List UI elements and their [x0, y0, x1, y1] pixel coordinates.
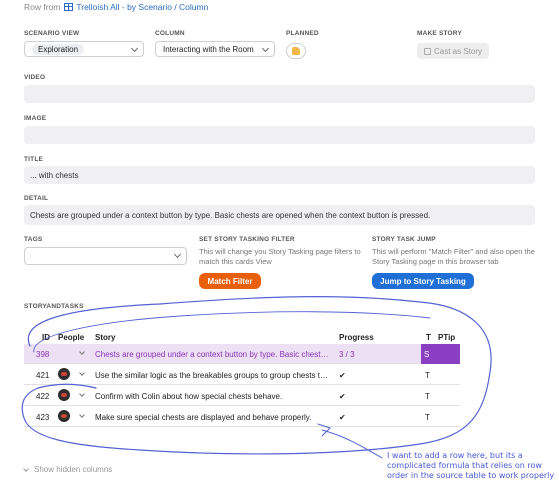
- detail-label: DETAIL: [24, 195, 49, 202]
- set-filter-label: SET STORY TASKING FILTER: [199, 236, 295, 243]
- source-table-link-text: Trelloish All - by Scenario / Column: [76, 2, 209, 12]
- row-progress: 3 / 3: [339, 350, 355, 359]
- row-story: Use the similar logic as the breakables …: [95, 371, 331, 380]
- chevron-down-icon[interactable]: [79, 412, 85, 418]
- table-row[interactable]: 422 Confirm with Colin about how special…: [24, 386, 460, 406]
- row-id: 421: [36, 371, 50, 380]
- planned-label: PLANNED: [286, 30, 319, 37]
- column-value: Interacting with the Room: [163, 44, 254, 54]
- tags-label: TAGS: [24, 236, 43, 243]
- video-label: VIDEO: [24, 74, 46, 81]
- row-from-header: Row from Trelloish All - by Scenario / C…: [24, 2, 208, 12]
- tags-select[interactable]: [24, 247, 187, 265]
- scenario-view-value: Exploration: [32, 43, 85, 55]
- avatar: [58, 368, 70, 380]
- set-filter-hint: This will change you Story Tasking page …: [199, 247, 361, 266]
- row-story: Confirm with Colin about how special che…: [95, 392, 283, 401]
- source-table-link[interactable]: Trelloish All - by Scenario / Column: [64, 2, 208, 12]
- chevron-down-icon: [130, 44, 139, 53]
- row-story: Chests are grouped under a context butto…: [95, 350, 331, 359]
- cast-as-story-label: Cast as Story: [433, 46, 482, 56]
- scenario-view-select[interactable]: Exploration: [24, 41, 144, 57]
- row-type: T: [425, 392, 430, 401]
- col-id[interactable]: ID: [42, 333, 50, 342]
- row-type: T: [425, 413, 430, 422]
- col-ptip[interactable]: PTip: [438, 333, 455, 342]
- row-type-cell: S: [421, 344, 460, 364]
- avatar: [58, 389, 70, 401]
- row-story: Make sure special chests are displayed a…: [95, 413, 312, 422]
- title-field[interactable]: ... with chests: [24, 166, 535, 184]
- chevron-down-icon[interactable]: [79, 349, 85, 355]
- image-field[interactable]: [24, 126, 535, 144]
- column-select[interactable]: Interacting with the Room: [155, 41, 275, 57]
- row-id: 423: [36, 413, 50, 422]
- thumbs-up-icon: [292, 47, 300, 55]
- task-jump-label: STORY TASK JUMP: [372, 236, 436, 243]
- col-story[interactable]: Story: [95, 333, 115, 342]
- column-label: COLUMN: [155, 30, 185, 37]
- row-id: 422: [36, 392, 50, 401]
- col-t[interactable]: T: [426, 333, 431, 342]
- image-label: IMAGE: [24, 115, 47, 122]
- row-id: 398: [36, 350, 50, 359]
- show-hidden-columns-label: Show hidden columns: [34, 465, 113, 474]
- match-filter-button[interactable]: Match Filter: [199, 273, 261, 289]
- table-icon: [64, 3, 74, 11]
- scenario-view-label: SCENARIO VIEW: [24, 30, 80, 37]
- row-progress: ✔: [339, 371, 346, 380]
- chevron-down-icon: [23, 465, 29, 472]
- table-row[interactable]: 398 Chests are grouped under a context b…: [24, 344, 460, 364]
- row-progress: ✔: [339, 413, 346, 422]
- col-people[interactable]: People: [58, 333, 84, 342]
- row-from-label: Row from: [24, 2, 61, 12]
- row-type: T: [425, 371, 430, 380]
- title-label: TITLE: [24, 156, 44, 163]
- storyandtasks-label: STORYANDTASKS: [24, 303, 84, 310]
- table-row[interactable]: 421 Use the similar logic as the breakab…: [24, 365, 460, 385]
- handwritten-annotation: I want to add a row here, but its a comp…: [387, 451, 555, 480]
- jump-to-story-tasking-button[interactable]: Jump to Story Tasking: [372, 273, 474, 289]
- col-progress[interactable]: Progress: [339, 333, 374, 342]
- show-hidden-columns-toggle[interactable]: Show hidden columns: [23, 465, 113, 474]
- chevron-down-icon: [261, 44, 270, 53]
- row-progress: ✔: [339, 392, 346, 401]
- planned-toggle[interactable]: [286, 43, 306, 59]
- cast-as-story-button[interactable]: Cast as Story: [417, 43, 489, 59]
- chevron-down-icon[interactable]: [79, 391, 85, 397]
- table-header: ID People Story Progress T PTip: [24, 331, 460, 344]
- detail-field[interactable]: Chests are grouped under a context butto…: [24, 205, 535, 225]
- table-row[interactable]: 423 Make sure special chests are display…: [24, 407, 460, 427]
- chevron-down-icon: [173, 250, 182, 259]
- avatar: [58, 410, 70, 422]
- video-field[interactable]: [24, 85, 535, 103]
- make-story-label: MAKE STORY: [417, 30, 462, 37]
- task-jump-hint: This will perform "Match Filter" and als…: [372, 247, 535, 266]
- chevron-down-icon[interactable]: [79, 370, 85, 376]
- cast-icon: [423, 47, 431, 55]
